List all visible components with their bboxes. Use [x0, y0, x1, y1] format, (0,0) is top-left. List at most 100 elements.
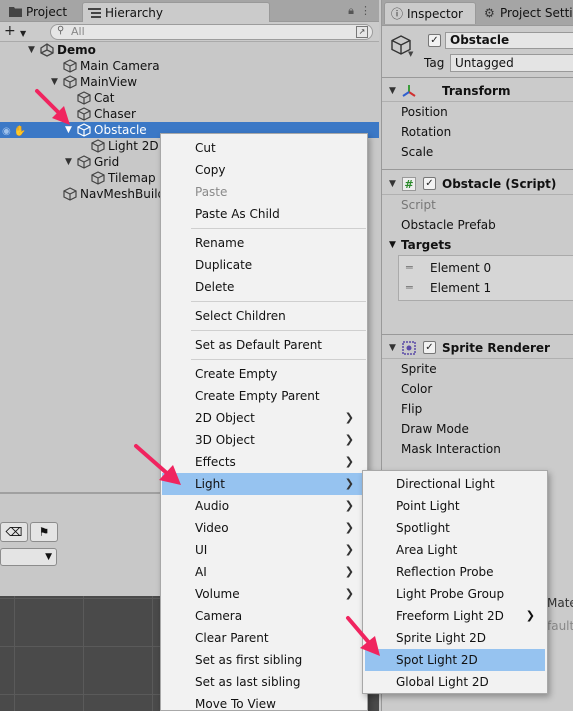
menu-item-label: Delete	[195, 280, 235, 294]
fold-arrow-icon[interactable]: ▼	[389, 173, 396, 195]
fold-arrow-icon[interactable]: ▼	[389, 80, 396, 102]
submenu-arrow-icon: ❯	[344, 477, 354, 490]
search-options-icon[interactable]: ↗	[356, 26, 368, 38]
menu-item-rename[interactable]: Rename	[162, 232, 366, 254]
color-label: Color	[401, 382, 433, 396]
menu-item-label: Rename	[195, 236, 245, 250]
menu-item-move-to-view[interactable]: Move To View	[162, 693, 366, 711]
menu-item-video[interactable]: Video ❯	[162, 517, 366, 539]
rotation-label: Rotation	[401, 125, 452, 139]
search-input[interactable]: ⚲ All ↗	[50, 24, 373, 40]
object-name-field[interactable]: Obstacle	[445, 32, 573, 49]
submenu-arrow-icon: ❯	[525, 609, 535, 622]
active-checkbox[interactable]: ✓	[428, 34, 441, 47]
menu-item-ai[interactable]: AI ❯	[162, 561, 366, 583]
expand-arrow-icon[interactable]: ▼	[28, 42, 38, 58]
element-label: Element 0	[430, 261, 492, 275]
submenu-item-global-light-2d[interactable]: Global Light 2D	[365, 671, 545, 693]
object-header: ▼ ✓ Obstacle Tag Untagged	[382, 26, 573, 78]
tab-project[interactable]: Project	[4, 2, 82, 22]
menu-item-label: Set as first sibling	[195, 653, 303, 667]
light-submenu: Directional Light Point Light Spotlight Are…	[362, 470, 548, 694]
sprite-renderer-header[interactable]: ▼ ✓ Sprite Renderer	[382, 337, 573, 359]
material-label-partial: Mate	[547, 596, 573, 610]
menu-item-ui[interactable]: UI ❯	[162, 539, 366, 561]
menu-item-2d-object[interactable]: 2D Object ❯	[162, 407, 366, 429]
menu-separator	[191, 228, 366, 229]
menu-item-duplicate[interactable]: Duplicate	[162, 254, 366, 276]
palette-dropdown[interactable]: ▼	[0, 548, 57, 566]
submenu-item-spotlight[interactable]: Spotlight	[365, 517, 545, 539]
script-title: Obstacle (Script)	[442, 177, 557, 191]
script-header[interactable]: ▼ # ✓ Obstacle (Script)	[382, 173, 573, 195]
submenu-item-label: Directional Light	[396, 477, 495, 491]
icon-dropdown-caret[interactable]: ▼	[408, 50, 413, 58]
expand-arrow-icon[interactable]: ▼	[65, 154, 75, 170]
hierarchy-row[interactable]: Main Camera	[0, 58, 379, 74]
menu-item-label: Copy	[195, 163, 226, 177]
script-field-label: Script	[401, 198, 436, 212]
hierarchy-row-label: Main Camera	[80, 59, 160, 73]
create-button[interactable]: + ▼	[4, 24, 32, 40]
menu-item-label: Audio	[195, 499, 230, 513]
obstacle-prefab-label: Obstacle Prefab	[401, 218, 496, 232]
menu-item-set-as-first-sibling[interactable]: Set as first sibling	[162, 649, 366, 671]
script-enabled-checkbox[interactable]: ✓	[423, 177, 436, 190]
menu-item-create-empty[interactable]: Create Empty	[162, 363, 366, 385]
checkmark-icon: ✓	[430, 35, 439, 46]
script-hash-icon: #	[402, 177, 416, 191]
submenu-item-point-light[interactable]: Point Light	[365, 495, 545, 517]
eraser-tool-button[interactable]: ⌫	[0, 522, 28, 542]
submenu-arrow-icon: ❯	[344, 499, 354, 512]
submenu-item-light-probe-group[interactable]: Light Probe Group	[365, 583, 545, 605]
lock-icon[interactable]: 🔒︎	[348, 4, 354, 18]
scale-label: Scale	[401, 145, 434, 159]
tab-inspector[interactable]: ⓘ Inspector	[384, 2, 476, 24]
annotation-arrow-icon	[35, 89, 70, 125]
annotation-arrow-icon	[134, 444, 181, 485]
drag-handle-icon[interactable]: ═	[406, 278, 413, 298]
menu-item-clear-parent[interactable]: Clear Parent	[162, 627, 366, 649]
tab-hierarchy-label: Hierarchy	[105, 6, 164, 20]
tag-label: Tag	[424, 56, 445, 70]
menu-item-select-children[interactable]: Select Children	[162, 305, 366, 327]
sprite-renderer-title: Sprite Renderer	[442, 341, 550, 355]
tab-settings-label: Project Settin	[500, 6, 573, 20]
submenu-item-reflection-probe[interactable]: Reflection Probe	[365, 561, 545, 583]
hierarchy-tab-bar: Project Hierarchy 🔒︎ ⋮	[0, 0, 379, 22]
tab-hierarchy[interactable]: Hierarchy	[82, 2, 270, 22]
transform-header[interactable]: ▼ Transform	[382, 80, 573, 102]
menu-item-delete[interactable]: Delete	[162, 276, 366, 298]
drag-handle-icon[interactable]: ═	[406, 258, 413, 278]
more-options-icon[interactable]: ⋮	[360, 4, 371, 18]
menu-item-set-as-last-sibling[interactable]: Set as last sibling	[162, 671, 366, 693]
fold-arrow-icon[interactable]: ▼	[389, 337, 396, 359]
search-placeholder: All	[71, 25, 85, 38]
sprite-renderer-enabled-checkbox[interactable]: ✓	[423, 341, 436, 354]
menu-item-audio[interactable]: Audio ❯	[162, 495, 366, 517]
tab-project-settings[interactable]: ⚙ Project Settin	[478, 2, 573, 24]
menu-item-camera[interactable]: Camera	[162, 605, 366, 627]
tag-dropdown[interactable]: Untagged	[450, 54, 573, 72]
list-item[interactable]: ═ Element 0	[399, 258, 573, 278]
menu-item-volume[interactable]: Volume ❯	[162, 583, 366, 605]
menu-item-copy[interactable]: Copy	[162, 159, 366, 181]
hierarchy-row[interactable]: ▼ Demo	[0, 42, 379, 58]
submenu-item-area-light[interactable]: Area Light	[365, 539, 545, 561]
menu-item-paste-as-child[interactable]: Paste As Child	[162, 203, 366, 225]
submenu-item-label: Sprite Light 2D	[396, 631, 487, 645]
submenu-arrow-icon: ❯	[344, 587, 354, 600]
menu-item-create-empty-parent[interactable]: Create Empty Parent	[162, 385, 366, 407]
submenu-item-directional-light[interactable]: Directional Light	[365, 473, 545, 495]
submenu-item-label: Area Light	[396, 543, 458, 557]
targets-foldout[interactable]: ▼ Targets	[382, 235, 573, 255]
gear-icon: ⚙	[484, 6, 495, 20]
fill-tool-button[interactable]: ⚑	[30, 522, 58, 542]
menu-item-label: Camera	[195, 609, 243, 623]
position-label: Position	[401, 105, 448, 119]
menu-item-label: Create Empty Parent	[195, 389, 320, 403]
menu-item-set-as-default-parent[interactable]: Set as Default Parent	[162, 334, 366, 356]
checkmark-icon: ✓	[425, 178, 434, 189]
menu-item-cut[interactable]: Cut	[162, 137, 366, 159]
list-item[interactable]: ═ Element 1	[399, 278, 573, 298]
